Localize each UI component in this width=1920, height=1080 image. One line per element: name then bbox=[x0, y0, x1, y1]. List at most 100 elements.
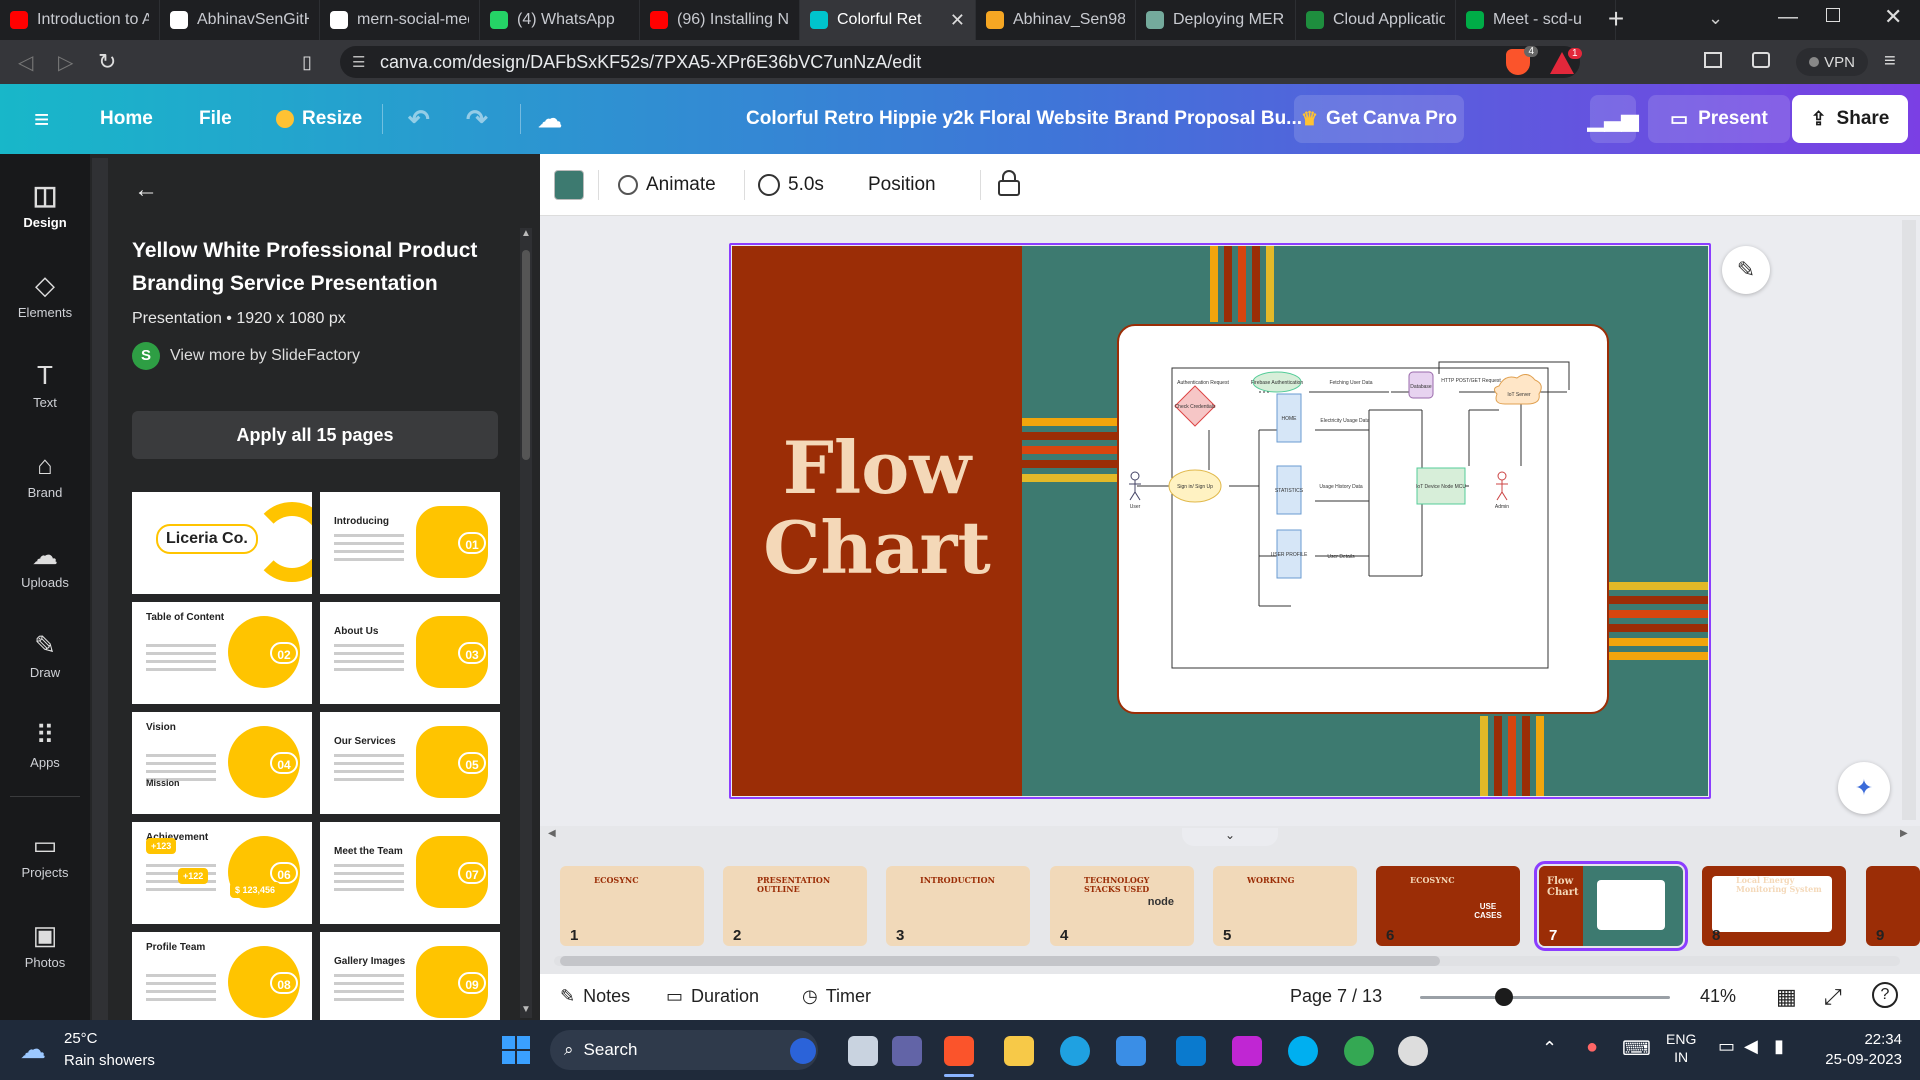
template-thumbnail[interactable]: Profile Team 08 bbox=[132, 932, 312, 1034]
volume-icon[interactable]: ◀ bbox=[1744, 1036, 1758, 1057]
get-canva-pro-button[interactable]: ♛ Get Canva Pro bbox=[1294, 95, 1464, 143]
browser-tab[interactable]: Meet - scd-u bbox=[1456, 0, 1616, 40]
page-strip-scroll-left[interactable]: ◀ bbox=[548, 828, 556, 839]
animate-button[interactable]: Animate bbox=[618, 174, 716, 196]
template-thumbnail[interactable]: Liceria Co. bbox=[132, 492, 312, 594]
zoom-value[interactable]: 41% bbox=[1700, 986, 1736, 1007]
page-thumbnail-5[interactable]: WORKING 5 bbox=[1213, 866, 1357, 946]
browser-tab[interactable]: Deploying MERN bbox=[1136, 0, 1296, 40]
rail-item-text[interactable]: T Text bbox=[0, 360, 90, 410]
rail-scrollbar[interactable] bbox=[92, 158, 108, 1020]
taskbar-search[interactable]: ⌕ Search bbox=[550, 1030, 818, 1070]
panel-scroll-down-icon[interactable]: ▼ bbox=[521, 1004, 531, 1015]
page-thumbnail-7[interactable]: Flow Chart 7 bbox=[1534, 861, 1688, 951]
back-icon[interactable]: ◁ bbox=[18, 50, 33, 75]
template-thumbnail[interactable]: Gallery Images 09 bbox=[320, 932, 500, 1034]
magic-assistant-button[interactable]: ✦ bbox=[1838, 762, 1890, 814]
bookmark-icon[interactable]: ▯ bbox=[302, 52, 312, 73]
grid-view-icon[interactable]: ▦ bbox=[1776, 984, 1797, 1010]
browser-tab[interactable]: (96) Installing No bbox=[640, 0, 800, 40]
present-button[interactable]: ▭ Present bbox=[1648, 95, 1790, 143]
page-strip-toggle[interactable]: ⌄ bbox=[1182, 828, 1278, 846]
brave-icon[interactable] bbox=[944, 1036, 974, 1066]
brave-shield-icon[interactable]: 4 bbox=[1506, 46, 1538, 75]
start-button[interactable] bbox=[502, 1036, 530, 1064]
restore-button[interactable] bbox=[1826, 8, 1840, 22]
rail-item-draw[interactable]: ✎ Draw bbox=[0, 630, 90, 680]
author-link[interactable]: View more by SlideFactory bbox=[170, 347, 360, 365]
chrome-icon[interactable] bbox=[1344, 1036, 1374, 1066]
template-thumbnail[interactable]: Our Services 05 bbox=[320, 712, 500, 814]
browser-tab[interactable]: (4) WhatsApp bbox=[480, 0, 640, 40]
tab-search-icon[interactable]: ⌄ bbox=[1708, 8, 1723, 29]
document-title[interactable]: Colorful Retro Hippie y2k Floral Website… bbox=[746, 84, 1302, 154]
browser-menu-icon[interactable]: ≡ bbox=[1884, 50, 1896, 73]
page-indicator[interactable]: Page 7 / 13 bbox=[1290, 986, 1382, 1007]
template-thumbnail[interactable]: Vision 04 Mission bbox=[132, 712, 312, 814]
weather-icon[interactable]: ☁ bbox=[20, 1034, 46, 1065]
browser-tab[interactable]: Colorful Ret ✕ bbox=[800, 0, 976, 40]
help-icon[interactable]: ? bbox=[1872, 982, 1898, 1008]
teams-icon[interactable] bbox=[892, 1036, 922, 1066]
network-icon[interactable]: ▭ bbox=[1718, 1036, 1735, 1057]
rail-item-uploads[interactable]: ☁ Uploads bbox=[0, 540, 90, 590]
undo-icon[interactable]: ↶ bbox=[408, 84, 430, 154]
resize-button[interactable]: Resize bbox=[276, 84, 362, 154]
taskview-icon[interactable] bbox=[848, 1036, 878, 1066]
browser-tab[interactable]: mern-social-med bbox=[320, 0, 480, 40]
duration-button[interactable]: 5.0s bbox=[758, 174, 824, 196]
language-indicator[interactable]: ENG IN bbox=[1666, 1030, 1696, 1066]
lock-icon[interactable] bbox=[998, 170, 1020, 196]
site-info-icon[interactable]: ☰ bbox=[352, 53, 365, 71]
clock[interactable]: 22:34 25-09-2023 bbox=[1812, 1030, 1902, 1070]
browser-tab[interactable]: Abhinav_Sen987 bbox=[976, 0, 1136, 40]
vpn-button[interactable]: VPN bbox=[1796, 48, 1868, 76]
url-bar[interactable]: ☰ canva.com/design/DAFbSxKF52s/7PXA5-XPr… bbox=[340, 46, 1580, 78]
panel-scroll-up-icon[interactable]: ▲ bbox=[521, 228, 531, 239]
color-swatch[interactable] bbox=[554, 170, 584, 200]
weather-temp[interactable]: 25°C bbox=[64, 1030, 98, 1047]
store-icon[interactable] bbox=[1116, 1036, 1146, 1066]
skype-icon[interactable] bbox=[1288, 1036, 1318, 1066]
tray-overflow-icon[interactable]: ⌃ bbox=[1542, 1038, 1557, 1059]
browser-tab[interactable]: Introduction to A bbox=[0, 0, 160, 40]
editor-scrollbar[interactable] bbox=[1902, 220, 1916, 820]
timer-button[interactable]: ◷ Timer bbox=[802, 986, 871, 1007]
rail-item-projects[interactable]: ▭ Projects bbox=[0, 830, 90, 880]
template-thumbnail[interactable]: Achievement 06 +123 +122 $ 123,456 bbox=[132, 822, 312, 924]
copilot-icon[interactable] bbox=[790, 1038, 816, 1064]
page-strip-scroll-thumb[interactable] bbox=[560, 956, 1440, 966]
close-window-button[interactable]: ✕ bbox=[1884, 4, 1902, 30]
template-thumbnail[interactable]: Table of Content 02 bbox=[132, 602, 312, 704]
intellij-icon[interactable] bbox=[1232, 1036, 1262, 1066]
author-avatar[interactable]: S bbox=[132, 342, 160, 370]
insights-button[interactable]: ▁▃▅ bbox=[1588, 95, 1638, 143]
share-button[interactable]: ⇪ Share bbox=[1792, 95, 1908, 143]
vscode-icon[interactable] bbox=[1176, 1036, 1206, 1066]
zoom-slider-handle[interactable] bbox=[1495, 988, 1513, 1006]
obs-icon[interactable] bbox=[1398, 1036, 1428, 1066]
home-button[interactable]: Home bbox=[100, 84, 153, 154]
apply-all-button[interactable]: Apply all 15 pages bbox=[132, 411, 498, 459]
page-thumbnail-8[interactable]: Local Energy Monitoring System 8 bbox=[1702, 866, 1846, 946]
cloud-saved-icon[interactable]: ☁ bbox=[538, 84, 562, 154]
edge-icon[interactable] bbox=[1060, 1036, 1090, 1066]
page-thumbnail-4[interactable]: TECHNOLOGY STACKS USED node 4 bbox=[1050, 866, 1194, 946]
forward-icon[interactable]: ▷ bbox=[58, 50, 73, 75]
rail-item-elements[interactable]: ◇ Elements bbox=[0, 270, 90, 320]
minimize-button[interactable]: — bbox=[1778, 6, 1798, 29]
page-thumbnail-2[interactable]: PRESENTATION OUTLINE 2 bbox=[723, 866, 867, 946]
weather-desc[interactable]: Rain showers bbox=[64, 1052, 155, 1069]
keyboard-icon[interactable]: ⌨ bbox=[1622, 1036, 1651, 1061]
fullscreen-icon[interactable]: ⤢ bbox=[1824, 984, 1842, 1010]
browser-tab[interactable]: AbhinavSenGitHu bbox=[160, 0, 320, 40]
add-comment-button[interactable]: ✎ bbox=[1722, 246, 1770, 294]
wallet-icon[interactable] bbox=[1752, 52, 1770, 68]
browser-tab[interactable]: Cloud Applicatio bbox=[1296, 0, 1456, 40]
file-menu-button[interactable]: File bbox=[199, 84, 232, 154]
new-tab-button[interactable]: + bbox=[1600, 4, 1632, 36]
zoom-slider-track[interactable] bbox=[1420, 996, 1670, 999]
rail-item-photos[interactable]: ▣ Photos bbox=[0, 920, 90, 970]
rail-item-apps[interactable]: ⠿ Apps bbox=[0, 720, 90, 770]
sidebar-toggle-icon[interactable] bbox=[1704, 52, 1722, 68]
